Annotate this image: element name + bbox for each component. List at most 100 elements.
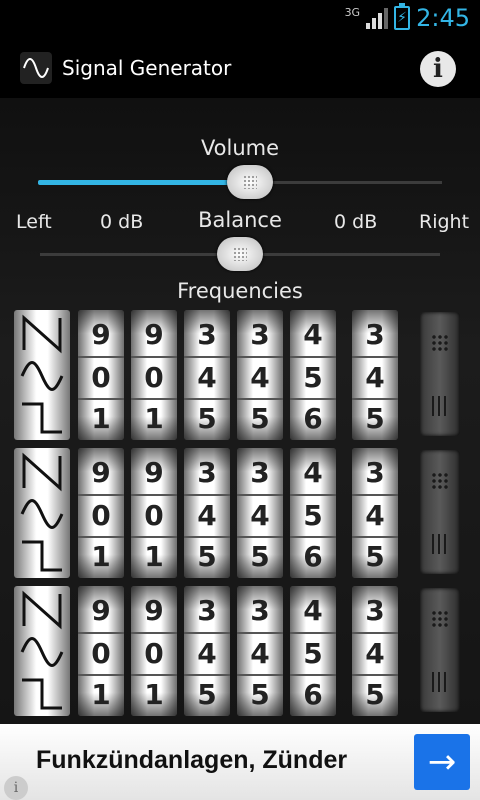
battery-icon: ⚡ (394, 3, 411, 30)
sine-app-icon (20, 52, 52, 84)
grip-bars (432, 672, 450, 692)
digit: 9 (144, 318, 164, 351)
digit-separator (78, 674, 124, 676)
frequency-digit-wheel-1[interactable]: 9 0 1 (78, 310, 124, 440)
digit: 0 (91, 361, 111, 394)
frequency-digit-wheel-4[interactable]: 3 4 5 (237, 310, 283, 440)
waveform-selector[interactable] (14, 448, 70, 578)
frequency-digit-wheel-3[interactable]: 3 4 5 (184, 448, 230, 578)
frequency-digit-wheel-2[interactable]: 9 0 1 (131, 310, 177, 440)
digit: 3 (197, 318, 217, 351)
ad-text[interactable]: Funkzündanlagen, Zünder (36, 746, 347, 775)
info-icon[interactable]: i (420, 51, 456, 87)
frequency-digit-wheel-5[interactable]: 4 5 6 (290, 448, 336, 578)
frequency-digit-wheel-5[interactable]: 4 5 6 (290, 586, 336, 716)
digit-separator (131, 494, 177, 496)
square-icon (22, 402, 62, 434)
digit: 6 (303, 540, 323, 573)
digit-separator (237, 398, 283, 400)
frequency-digit-wheel-2[interactable]: 9 0 1 (131, 448, 177, 578)
frequency-digit-wheel-2[interactable]: 9 0 1 (131, 586, 177, 716)
grip-dots (431, 334, 449, 352)
digit: 1 (144, 402, 164, 435)
frequency-digit-wheel-3[interactable]: 3 4 5 (184, 310, 230, 440)
digit-separator (78, 632, 124, 634)
digit: 0 (144, 499, 164, 532)
frequency-digit-wheel-3[interactable]: 3 4 5 (184, 586, 230, 716)
digit: 5 (303, 499, 323, 532)
digit-separator (290, 494, 336, 496)
digit: 9 (144, 456, 164, 489)
balance-right-db: 0 dB (334, 211, 378, 233)
frequency-digit-wheel-6[interactable]: 3 4 5 (352, 310, 398, 440)
digit-separator (131, 674, 177, 676)
frequency-digit-wheel-1[interactable]: 9 0 1 (78, 448, 124, 578)
digit: 1 (91, 540, 111, 573)
sine-icon (20, 361, 64, 391)
ad-info-icon[interactable]: i (4, 776, 28, 800)
digit-separator (131, 536, 177, 538)
ad-banner[interactable]: Funkzündanlagen, Zünder → i (0, 724, 480, 800)
digit: 0 (91, 637, 111, 670)
status-icons: 3G ⚡ 2:45 (345, 3, 470, 32)
waveform-selector[interactable] (14, 586, 70, 716)
digit-separator (184, 494, 230, 496)
digit-separator (290, 674, 336, 676)
frequency-digit-wheel-1[interactable]: 9 0 1 (78, 586, 124, 716)
frequency-digit-wheel-5[interactable]: 4 5 6 (290, 310, 336, 440)
digit: 4 (365, 499, 385, 532)
digit-separator (78, 536, 124, 538)
digit: 4 (365, 361, 385, 394)
digit: 1 (144, 540, 164, 573)
digit: 3 (365, 318, 385, 351)
power-toggle-switch[interactable] (420, 588, 460, 712)
frequency-row-3: 901901345345456345 (14, 586, 466, 716)
digit-separator (352, 398, 398, 400)
digit-separator (352, 494, 398, 496)
digit: 5 (365, 540, 385, 573)
digit: 3 (197, 456, 217, 489)
digit: 4 (250, 499, 270, 532)
volume-slider-thumb[interactable] (227, 165, 273, 199)
digit: 9 (91, 594, 111, 627)
waveform-selector[interactable] (14, 310, 70, 440)
digit-separator (290, 536, 336, 538)
digit-separator (237, 494, 283, 496)
sine-icon (20, 637, 64, 667)
frequency-digit-wheel-4[interactable]: 3 4 5 (237, 586, 283, 716)
digit: 0 (91, 499, 111, 532)
digit-separator (290, 632, 336, 634)
balance-slider-thumb[interactable] (217, 237, 263, 271)
balance-label: Balance (198, 208, 282, 232)
frequency-digit-wheel-6[interactable]: 3 4 5 (352, 586, 398, 716)
digit: 4 (197, 637, 217, 670)
digit-separator (78, 398, 124, 400)
digit-separator (290, 356, 336, 358)
digit: 9 (91, 318, 111, 351)
frequency-digit-wheel-4[interactable]: 3 4 5 (237, 448, 283, 578)
digit: 0 (144, 361, 164, 394)
digit: 3 (197, 594, 217, 627)
digit: 4 (197, 361, 217, 394)
digit-separator (237, 536, 283, 538)
signal-icon (366, 7, 389, 29)
digit: 3 (250, 594, 270, 627)
digit: 4 (303, 594, 323, 627)
power-toggle-switch[interactable] (420, 450, 460, 574)
power-toggle-switch[interactable] (420, 312, 460, 436)
digit: 5 (197, 540, 217, 573)
frequency-digit-wheel-6[interactable]: 3 4 5 (352, 448, 398, 578)
digit: 9 (91, 456, 111, 489)
sawtooth-icon (22, 314, 62, 354)
frequency-row-2: 901901345345456345 (14, 448, 466, 578)
digit-separator (352, 632, 398, 634)
digit: 3 (250, 456, 270, 489)
digit: 1 (144, 678, 164, 711)
digit-separator (184, 398, 230, 400)
ad-arrow-button[interactable]: → (414, 734, 470, 790)
digit-separator (184, 536, 230, 538)
sawtooth-icon (22, 590, 62, 630)
sawtooth-icon (22, 452, 62, 492)
digit: 4 (197, 499, 217, 532)
digit: 4 (250, 361, 270, 394)
